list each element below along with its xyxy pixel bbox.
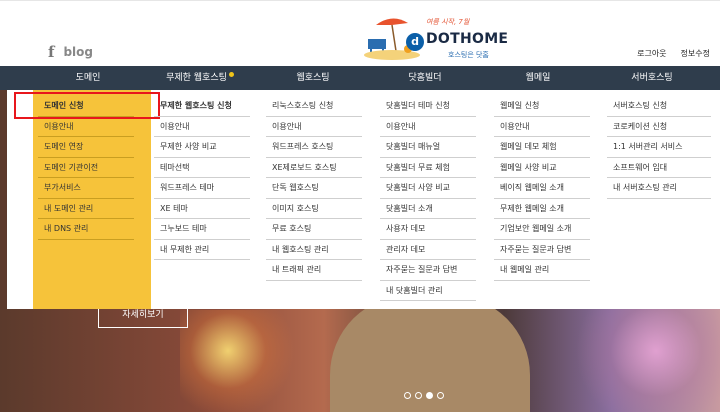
menu-link[interactable]: 내 무제한 관리 bbox=[154, 240, 250, 260]
menu-link[interactable]: 무제한 웹호스팅 신청 bbox=[154, 96, 250, 117]
menu-link[interactable]: 내 도메인 관리 bbox=[38, 199, 134, 219]
main-nav: 도메인 무제한 웹호스팅 웹호스팅 닷홈빌더 웹메일 서버호스팅 bbox=[0, 66, 720, 90]
nav-label: 웹메일 bbox=[525, 73, 551, 83]
menu-link[interactable]: 소프트웨어 임대 bbox=[607, 158, 711, 178]
menu-link[interactable]: 단독 웹호스팅 bbox=[266, 178, 362, 199]
menu-link[interactable]: 닷홈빌더 매뉴얼 bbox=[380, 137, 476, 158]
hero-glow bbox=[180, 310, 300, 412]
menu-link[interactable]: 웹메일 데모 체험 bbox=[494, 137, 590, 158]
menu-link[interactable]: 이용안내 bbox=[266, 117, 362, 137]
menu-link[interactable]: XE 테마 bbox=[154, 199, 250, 219]
menu-link[interactable]: 무제한 사양 비교 bbox=[154, 137, 250, 158]
nav-item-builder[interactable]: 닷홈빌더 bbox=[370, 66, 480, 90]
logout-link[interactable]: 로그아웃 bbox=[637, 48, 666, 59]
nav-item-server-hosting[interactable]: 서버호스팅 bbox=[597, 66, 707, 90]
menu-link[interactable]: 도메인 연장 bbox=[38, 137, 134, 158]
site-header: f blog 여름 시작, 7월 d DOTHOME 호스팅은 닷홈 로그아웃 … bbox=[0, 0, 720, 66]
menu-column-unlimited: 무제한 웹호스팅 신청 이용안내 무제한 사양 비교 테마선택 워드프레스 테마… bbox=[154, 96, 250, 260]
utility-links: 로그아웃 정보수정 bbox=[637, 48, 710, 59]
menu-link[interactable]: 사용자 데모 bbox=[380, 219, 476, 240]
nav-label: 서버호스팅 bbox=[631, 73, 673, 83]
menu-link[interactable]: XE제로보드 호스팅 bbox=[266, 158, 362, 178]
nav-item-webhosting[interactable]: 웹호스팅 bbox=[258, 66, 368, 90]
menu-link[interactable]: 무제한 웹메일 소개 bbox=[494, 199, 590, 219]
page: 자세히보기 f blog 여름 시작, 7월 d DOTHOME 호스팅은 닷홈… bbox=[0, 0, 720, 412]
menu-link[interactable]: 이용안내 bbox=[494, 117, 590, 137]
menu-link[interactable]: 서버호스팅 신청 bbox=[607, 96, 711, 117]
menu-link[interactable]: 내 DNS 관리 bbox=[38, 219, 134, 240]
slider-dots bbox=[404, 392, 444, 399]
blog-label: blog bbox=[63, 45, 93, 59]
menu-link[interactable]: 그누보드 테마 bbox=[154, 219, 250, 240]
menu-link[interactable]: 1:1 서버관리 서비스 bbox=[607, 137, 711, 158]
new-dot-icon bbox=[228, 72, 234, 77]
nav-label: 웹호스팅 bbox=[296, 73, 330, 83]
menu-link[interactable]: 워드프레스 테마 bbox=[154, 178, 250, 199]
menu-link[interactable]: 무료 호스팅 bbox=[266, 219, 362, 240]
slider-dot[interactable] bbox=[437, 392, 444, 399]
menu-link[interactable]: 테마선택 bbox=[154, 158, 250, 178]
dothome-logo[interactable]: 여름 시작, 7월 d DOTHOME 호스팅은 닷홈 bbox=[362, 11, 508, 61]
menu-column-builder: 닷홈빌더 테마 신청 이용안내 닷홈빌더 매뉴얼 닷홈빌더 무료 체험 닷홈빌더… bbox=[380, 96, 476, 301]
facebook-icon: f bbox=[48, 43, 55, 61]
edit-profile-link[interactable]: 정보수정 bbox=[681, 48, 710, 59]
slider-dot-active[interactable] bbox=[426, 392, 433, 399]
menu-column-webmail: 웹메일 신청 이용안내 웹메일 데모 체험 웹메일 사양 비교 베이직 웹메일 … bbox=[494, 96, 590, 281]
menu-link[interactable]: 내 닷홈빌더 관리 bbox=[380, 281, 476, 301]
menu-link[interactable]: 내 웹호스팅 관리 bbox=[266, 240, 362, 260]
menu-link[interactable]: 닷홈빌더 사양 비교 bbox=[380, 178, 476, 199]
menu-link[interactable]: 닷홈빌더 소개 bbox=[380, 199, 476, 219]
menu-link[interactable]: 웹메일 사양 비교 bbox=[494, 158, 590, 178]
menu-link[interactable]: 이미지 호스팅 bbox=[266, 199, 362, 219]
menu-link[interactable]: 도메인 기관이전 bbox=[38, 158, 134, 178]
menu-link[interactable]: 베이직 웹메일 소개 bbox=[494, 178, 590, 199]
menu-link[interactable]: 웹메일 신청 bbox=[494, 96, 590, 117]
logo-badge: d bbox=[406, 33, 424, 51]
selection-highlight bbox=[14, 92, 160, 119]
nav-item-domain[interactable]: 도메인 bbox=[33, 66, 143, 90]
menu-link[interactable]: 이용안내 bbox=[380, 117, 476, 137]
menu-link[interactable]: 기업보안 웹메일 소개 bbox=[494, 219, 590, 240]
slider-dot[interactable] bbox=[404, 392, 411, 399]
nav-label: 무제한 웹호스팅 bbox=[166, 73, 227, 83]
menu-link[interactable]: 닷홈빌더 무료 체험 bbox=[380, 158, 476, 178]
menu-link[interactable]: 코로케이션 신청 bbox=[607, 117, 711, 137]
menu-link[interactable]: 내 트래픽 관리 bbox=[266, 260, 362, 281]
logo-name: DOTHOME bbox=[426, 31, 509, 47]
menu-link[interactable]: 이용안내 bbox=[154, 117, 250, 137]
slider-dot[interactable] bbox=[415, 392, 422, 399]
menu-link[interactable]: 워드프레스 호스팅 bbox=[266, 137, 362, 158]
menu-link[interactable]: 부가서비스 bbox=[38, 178, 134, 199]
menu-link[interactable]: 관리자 데모 bbox=[380, 240, 476, 260]
menu-link[interactable]: 이용안내 bbox=[38, 117, 134, 137]
menu-column-webhosting: 리눅스호스팅 신청 이용안내 워드프레스 호스팅 XE제로보드 호스팅 단독 웹… bbox=[266, 96, 362, 281]
nav-item-unlimited-hosting[interactable]: 무제한 웹호스팅 bbox=[145, 66, 255, 90]
menu-column-domain: 도메인 신청 이용안내 도메인 연장 도메인 기관이전 부가서비스 내 도메인 … bbox=[33, 90, 151, 309]
nav-item-webmail[interactable]: 웹메일 bbox=[483, 66, 593, 90]
menu-link[interactable]: 닷홈빌더 테마 신청 bbox=[380, 96, 476, 117]
logo-tagline: 여름 시작, 7월 bbox=[426, 18, 470, 26]
logo-subtitle: 호스팅은 닷홈 bbox=[448, 51, 489, 59]
menu-link[interactable]: 내 서버호스팅 관리 bbox=[607, 178, 711, 199]
nav-label: 닷홈빌더 bbox=[408, 73, 442, 83]
menu-link[interactable]: 자주묻는 질문과 답변 bbox=[380, 260, 476, 281]
menu-link[interactable]: 리눅스호스팅 신청 bbox=[266, 96, 362, 117]
menu-column-server: 서버호스팅 신청 코로케이션 신청 1:1 서버관리 서비스 소프트웨어 임대 … bbox=[607, 96, 711, 199]
nav-label: 도메인 bbox=[75, 73, 101, 83]
blog-link[interactable]: f blog bbox=[48, 43, 93, 61]
menu-link[interactable]: 내 웹메일 관리 bbox=[494, 260, 590, 281]
menu-link[interactable]: 자주묻는 질문과 답변 bbox=[494, 240, 590, 260]
